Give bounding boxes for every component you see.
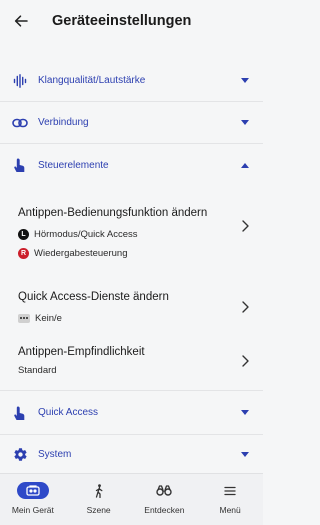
section-quick-access[interactable]: Quick Access — [0, 391, 263, 435]
touch-icon — [11, 404, 29, 422]
link-icon — [11, 114, 29, 132]
hamburger-menu-icon — [224, 486, 236, 495]
tap-function-item[interactable]: Antippen-Bedienungsfunktion ändern L Hör… — [0, 200, 263, 266]
walking-person-icon — [95, 483, 103, 498]
header: Geräteeinstellungen — [0, 0, 263, 42]
sensitivity-value: Standard — [18, 365, 57, 376]
equalizer-icon — [11, 72, 29, 90]
more-dots-icon — [18, 313, 30, 323]
arrow-left-icon — [14, 15, 28, 27]
quick-services-item[interactable]: Quick Access-Dienste ändern Kein/e — [0, 286, 263, 328]
section-label-steuerelemente: Steuerelemente — [38, 159, 109, 171]
chevron-right-icon — [240, 219, 250, 233]
nav-my-device[interactable]: Mein Gerät — [0, 474, 66, 525]
nav-label-menu: Menü — [219, 505, 241, 515]
section-steuerelemente[interactable]: Steuerelemente — [0, 144, 263, 186]
caret-up-icon — [240, 160, 250, 170]
section-label-quick-access: Quick Access — [38, 407, 99, 418]
right-function-value: Wiedergabesteuerung — [34, 248, 128, 259]
right-earbud-row: R Wiedergabesteuerung — [18, 248, 240, 259]
section-verbindung[interactable]: Verbindung — [0, 102, 263, 144]
sensitivity-title: Antippen-Empfindlichkeit — [18, 346, 145, 358]
left-function-value: Hörmodus/Quick Access — [34, 229, 138, 240]
quick-services-value: Kein/e — [35, 312, 62, 324]
nav-label-discover: Entdecken — [144, 505, 185, 515]
section-label-system: System — [38, 449, 72, 460]
left-earbud-row: L Hörmodus/Quick Access — [18, 229, 240, 240]
caret-down-icon — [240, 76, 250, 86]
tap-function-title: Antippen-Bedienungsfunktion ändern — [18, 207, 208, 219]
chevron-right-icon — [240, 300, 250, 314]
binoculars-icon — [156, 485, 173, 496]
caret-down-icon — [240, 118, 250, 128]
sensitivity-item[interactable]: Antippen-Empfindlichkeit Standard — [0, 342, 263, 380]
caret-down-icon — [240, 450, 250, 460]
section-klang[interactable]: Klangqualität/Lautstärke — [0, 60, 263, 102]
quick-services-row: Kein/e — [18, 313, 240, 324]
nav-discover[interactable]: Entdecken — [132, 474, 198, 525]
chevron-right-icon — [240, 354, 250, 368]
nav-label-scene: Szene — [86, 505, 111, 515]
nav-menu[interactable]: Menü — [197, 474, 263, 525]
nav-label-my-device: Mein Gerät — [11, 505, 54, 515]
device-icon — [16, 482, 49, 499]
bottom-nav: Mein Gerät Szene Entdecken Menü — [0, 473, 263, 525]
touch-icon — [11, 156, 29, 174]
section-label-klang: Klangqualität/Lautstärke — [38, 75, 146, 86]
right-badge: R — [18, 248, 29, 259]
nav-scene[interactable]: Szene — [66, 474, 132, 525]
gear-icon — [11, 446, 29, 464]
page-title: Geräteeinstellungen — [52, 13, 192, 29]
back-button[interactable] — [10, 10, 32, 32]
app: Geräteeinstellungen Klangqualität/Lautst… — [0, 0, 263, 525]
caret-down-icon — [240, 408, 250, 418]
section-system[interactable]: System — [0, 435, 263, 475]
left-badge: L — [18, 229, 29, 240]
quick-services-title: Quick Access-Dienste ändern — [18, 290, 169, 303]
section-label-verbindung: Verbindung — [38, 117, 89, 128]
